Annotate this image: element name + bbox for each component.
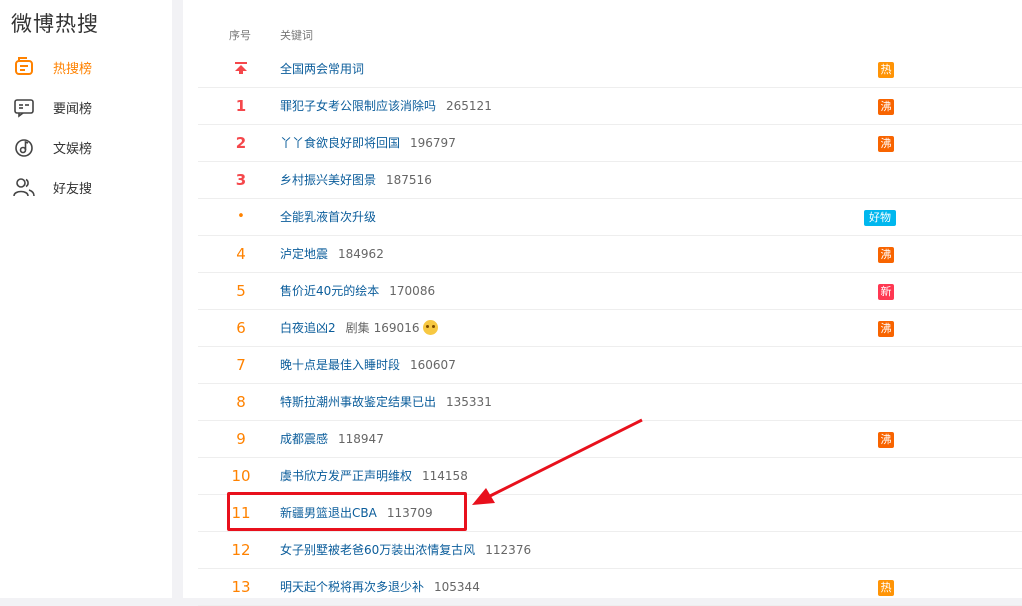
annotation-arrow: [472, 418, 643, 505]
